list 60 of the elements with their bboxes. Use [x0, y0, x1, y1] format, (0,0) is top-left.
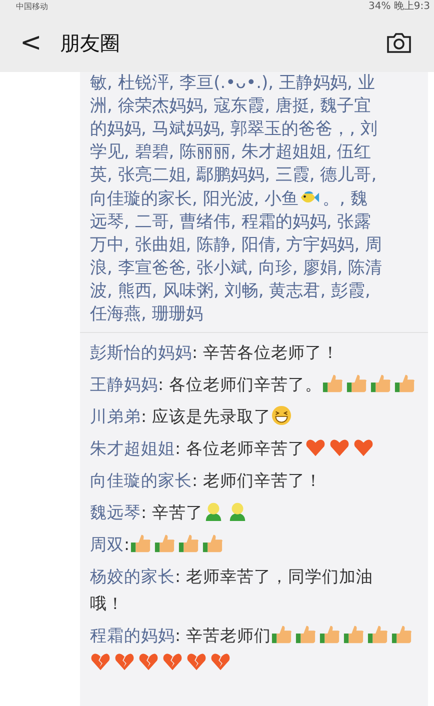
liker-names: 英, 张亮二姐, 鄢鹏妈妈, 三霞, 德儿哥,	[90, 165, 377, 185]
back-button[interactable]: <	[20, 28, 42, 58]
liker-names: 的妈妈, 马斌妈妈, 郭翠玉的爸爸，, 刘	[90, 119, 378, 139]
liker-names: 敏, 杜锐泙, 李亘(.•ᴗ•.), 王静妈妈, 业	[90, 73, 375, 93]
commenter-name[interactable]: 川弟弟	[90, 407, 141, 426]
broken-heart-icon	[138, 651, 159, 672]
liker-names: 浪, 李宣爸爸, 张小斌, 向珍, 廖娟, 陈清	[90, 258, 382, 278]
liker-names: 洲, 徐荣杰妈妈, 寇东霞, 唐挺, 魏子宜	[90, 96, 372, 116]
broken-heart-icon	[114, 651, 135, 672]
comment-text: : 辛苦各位老师了！	[192, 343, 339, 362]
thumbs-up-icon	[130, 533, 151, 554]
thumbs-up-icon	[366, 624, 388, 645]
thumbs-up-icon	[346, 373, 367, 394]
liker-names: 万中, 张曲姐, 陈静, 阳倩, 方宇妈妈, 周	[90, 235, 382, 255]
thumbs-up-icon	[294, 624, 316, 645]
commenter-name[interactable]: 周双	[90, 535, 124, 554]
liker-names: 向佳璇的家长, 阳光波, 小鱼	[90, 189, 299, 209]
liker-names: 波, 熊西, 风味粥, 刘畅, 黄志君, 彭霞,	[90, 281, 370, 301]
broken-heart-icon	[162, 651, 183, 672]
thumbs-up-icon	[202, 533, 223, 554]
comment-text: :	[124, 535, 130, 554]
thumbs-up-icon	[178, 533, 199, 554]
thumbs-up-icon	[270, 624, 292, 645]
thumbs-up-icon	[154, 533, 175, 554]
heart-icon	[304, 437, 326, 458]
liker-names: 学见, 碧碧, 陈丽丽, 朱才超姐姐, 伍红	[90, 142, 372, 162]
commenter-name[interactable]: 杨姣的家长	[90, 567, 175, 586]
commenter-name[interactable]: 向佳璇的家长	[90, 471, 192, 490]
commenter-name[interactable]: 朱才超姐姐	[90, 439, 175, 458]
heart-icon	[328, 437, 350, 458]
battery-and-time: 34% 晚上9:3	[368, 1, 430, 13]
heart-icon	[352, 437, 374, 458]
commenter-name[interactable]: 王静妈妈	[90, 375, 158, 394]
commenter-name[interactable]: 魏远琴	[90, 503, 141, 522]
thumbs-up-icon	[370, 373, 391, 394]
thumbs-up-icon	[394, 373, 415, 394]
comment-text: : 辛苦老师们	[175, 626, 271, 645]
page-title: 朋友圈	[60, 30, 121, 56]
comment-text: : 老师们辛苦了！	[192, 471, 322, 490]
liker-names: 任海燕, 珊珊妈	[90, 304, 203, 324]
comment-text: : 各位老师辛苦了	[175, 439, 305, 458]
comment-text: : 各位老师们辛苦了。	[158, 375, 322, 394]
comment-text: : 辛苦了	[141, 503, 203, 522]
camera-icon[interactable]	[386, 32, 412, 54]
commenter-name[interactable]: 程霜的妈妈	[90, 626, 175, 645]
commenter-name[interactable]: 彭斯怡的妈妈	[90, 343, 192, 362]
liker-names: 。, 魏	[322, 189, 368, 209]
carrier-name: 中国移动	[16, 2, 48, 12]
thumbs-up-icon	[342, 624, 364, 645]
comment-text: : 老师幸苦了，同学们加油	[175, 567, 373, 586]
thumbs-up-icon	[322, 373, 343, 394]
broken-heart-icon	[210, 651, 231, 672]
broken-heart-icon	[186, 651, 207, 672]
comment-text: 哦！	[90, 593, 125, 615]
grinning-face-icon	[270, 405, 292, 426]
broken-heart-icon	[90, 651, 111, 672]
thumbs-up-icon	[390, 624, 412, 645]
comment-text: : 应该是先录取了	[141, 407, 271, 426]
thumbs-up-icon	[318, 624, 340, 645]
liker-names: 远琴, 二哥, 曹绪伟, 程霜的妈妈, 张露	[90, 212, 372, 232]
